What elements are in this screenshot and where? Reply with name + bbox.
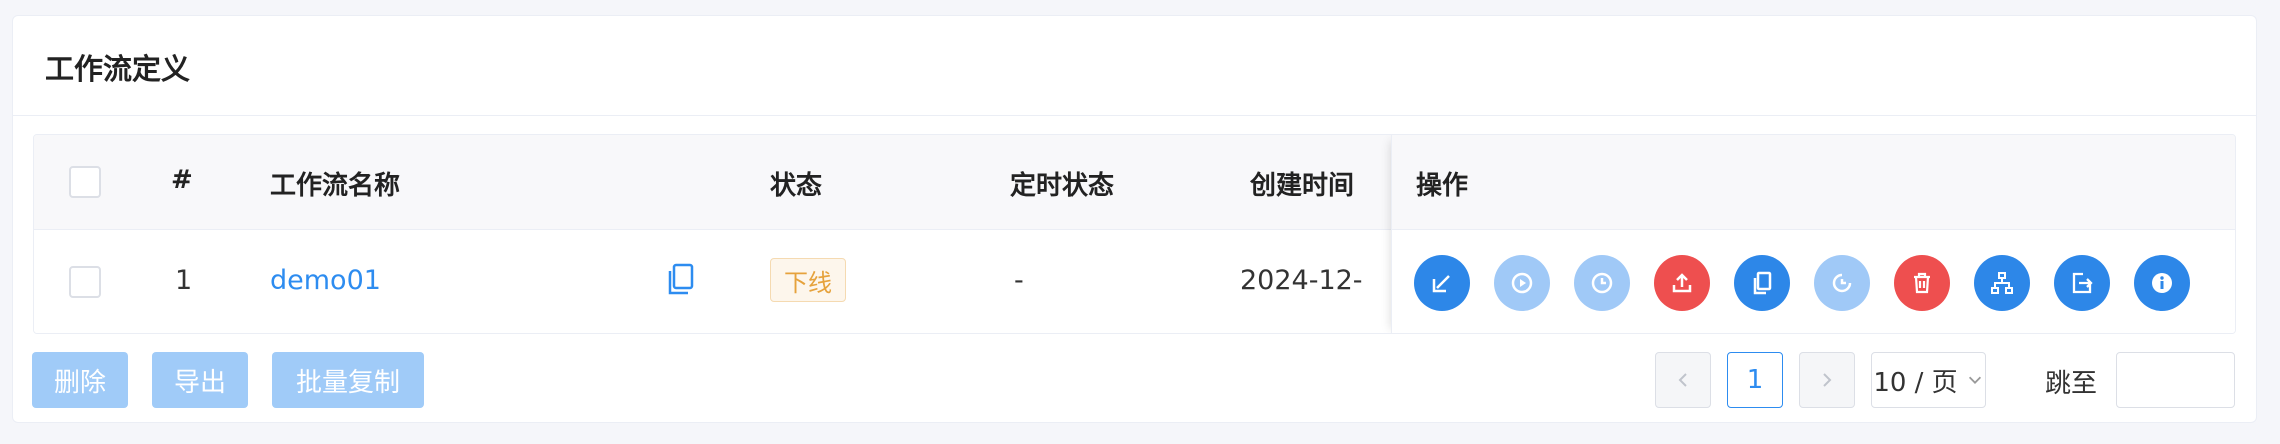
header-created-time: 创建时间 — [1250, 171, 1355, 201]
select-all-checkbox[interactable] — [69, 166, 101, 198]
release-icon — [1672, 273, 1692, 293]
delete-icon — [1914, 272, 1930, 294]
chevron-right-icon — [1823, 373, 1832, 387]
header-schedule-status: 定时状态 — [1010, 171, 1115, 201]
copy-icon — [1753, 271, 1772, 295]
batch-export-button[interactable]: 导出 — [152, 352, 248, 408]
chevron-down-icon — [1968, 376, 1981, 384]
header-index: # — [171, 165, 193, 195]
run-button[interactable] — [1494, 255, 1550, 311]
edit-button[interactable] — [1414, 255, 1470, 311]
run-icon — [1511, 272, 1533, 294]
created-time-value: 2024-12- — [1240, 265, 1363, 296]
timing-icon — [1591, 272, 1613, 294]
page-size-select[interactable]: 10 / 页 — [1871, 352, 1986, 408]
page-size-value: 10 / 页 — [1873, 367, 1958, 398]
card-header: 工作流定义 — [13, 16, 2256, 116]
jump-label: 跳至 — [2045, 369, 2098, 399]
tree-view-button[interactable] — [1974, 255, 2030, 311]
tree-icon — [1991, 272, 2013, 294]
prev-page-button[interactable] — [1655, 352, 1711, 408]
batch-delete-button[interactable]: 删除 — [32, 352, 128, 408]
operations-header: 操作 — [1392, 135, 2235, 230]
status-badge: 下线 — [770, 258, 846, 302]
copy-workflow-button[interactable] — [1734, 255, 1790, 311]
schedule-button[interactable] — [1814, 255, 1870, 311]
info-button[interactable] — [2134, 255, 2190, 311]
workflow-table: # 工作流名称 状态 定时状态 创建时间 1 demo01 下线 - 2024-… — [33, 134, 2236, 334]
export-icon — [2072, 272, 2093, 294]
header-operations: 操作 — [1416, 171, 1469, 201]
row-index: 1 — [175, 265, 193, 296]
operations-column: 操作 — [1391, 135, 2235, 333]
page-1-button[interactable]: 1 — [1727, 352, 1783, 408]
workflow-name-link[interactable]: demo01 — [270, 265, 381, 296]
delete-button[interactable] — [1894, 255, 1950, 311]
header-status: 状态 — [770, 171, 823, 201]
row-checkbox[interactable] — [69, 266, 101, 298]
header-name: 工作流名称 — [270, 171, 401, 201]
schedule-status-value: - — [1014, 265, 1024, 296]
export-button[interactable] — [2054, 255, 2110, 311]
page-title: 工作流定义 — [45, 52, 191, 86]
schedule-icon — [1832, 273, 1852, 293]
edit-icon — [1432, 275, 1450, 293]
copy-name-icon[interactable] — [665, 263, 695, 297]
timing-button[interactable] — [1574, 255, 1630, 311]
next-page-button[interactable] — [1799, 352, 1855, 408]
operations-row — [1392, 230, 2235, 333]
info-icon — [2152, 273, 2172, 293]
batch-copy-button[interactable]: 批量复制 — [272, 352, 424, 408]
chevron-left-icon — [1678, 373, 1687, 387]
release-button[interactable] — [1654, 255, 1710, 311]
jump-page-input[interactable] — [2116, 352, 2235, 408]
